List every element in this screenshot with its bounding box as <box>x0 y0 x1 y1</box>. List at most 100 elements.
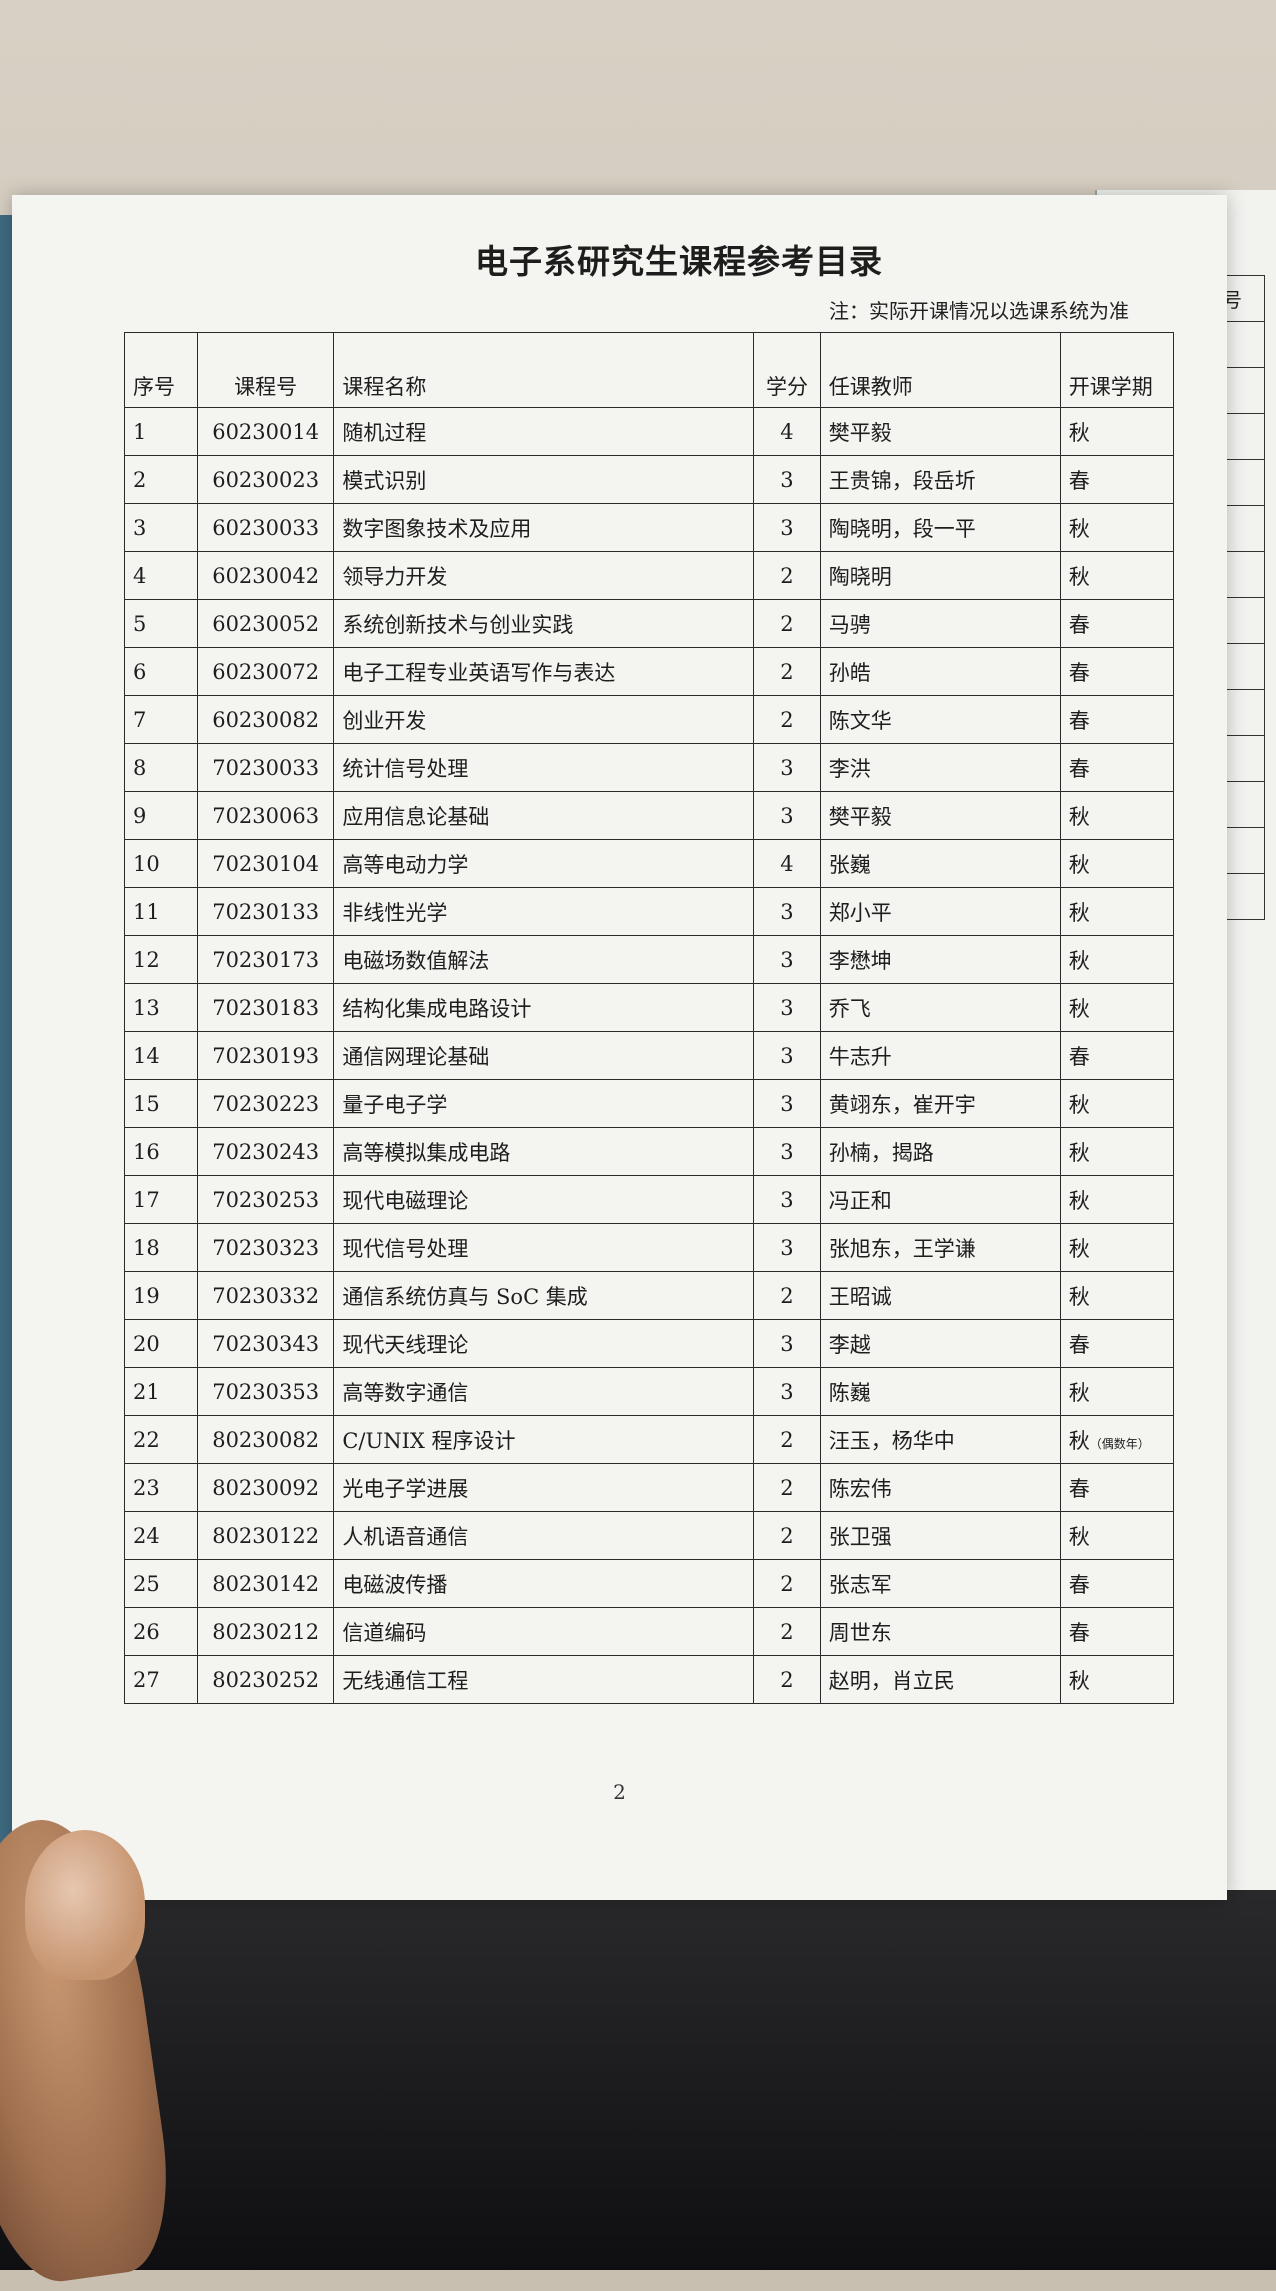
cell-teacher: 樊平毅 <box>819 791 1061 840</box>
cell-teacher-text: 牛志升 <box>828 1044 892 1069</box>
cell-credit-text: 3 <box>780 1331 794 1356</box>
page-number: 2 <box>613 1780 626 1804</box>
cell-name-text: 通信网理论基础 <box>342 1044 490 1069</box>
cell-term-text: 秋 <box>1068 1380 1090 1405</box>
cell-teacher-text: 陈宏伟 <box>828 1476 892 1501</box>
cell-index-text: 3 <box>133 515 147 540</box>
table-row: 23 80230092 光电子学进展 2 陈宏伟 春 <box>124 1463 1175 1512</box>
cell-term: 秋 <box>1059 791 1175 840</box>
table-row: 13 70230183 结构化集成电路设计 3 乔飞 秋 <box>124 983 1175 1032</box>
cell-credit-text: 2 <box>780 659 794 684</box>
cell-code: 70230104 <box>196 839 335 888</box>
header-index: 序号 <box>124 332 198 408</box>
cell-name-text: 电磁场数值解法 <box>342 948 490 973</box>
table-row: 26 80230212 信道编码 2 周世东 春 <box>124 1607 1175 1656</box>
cell-index: 22 <box>124 1415 198 1464</box>
cell-name-text: 结构化集成电路设计 <box>342 996 532 1021</box>
cell-index-text: 20 <box>133 1331 160 1356</box>
cell-index: 2 <box>124 455 198 504</box>
cell-credit-text: 2 <box>780 1571 794 1596</box>
cell-teacher-text: 马骋 <box>828 612 871 637</box>
cell-teacher-text: 乔飞 <box>828 996 871 1021</box>
cell-term: 秋 <box>1059 1655 1175 1704</box>
cell-index-text: 12 <box>133 947 160 972</box>
cell-code: 70230223 <box>196 1079 335 1128</box>
cell-code: 60230023 <box>196 455 335 504</box>
cell-teacher: 李越 <box>819 1319 1061 1368</box>
cell-code-text: 70230343 <box>212 1331 320 1356</box>
cell-name: 模式识别 <box>333 455 755 504</box>
cell-teacher-text: 张卫强 <box>828 1524 892 1549</box>
cell-name: 系统创新技术与创业实践 <box>333 599 755 648</box>
course-table: 序号 课程号 课程名称 学分 任课教师 开课学期 1 60230014 随机过程 4 樊… <box>124 332 1175 1704</box>
cell-index-text: 26 <box>133 1619 160 1644</box>
cell-index-text: 17 <box>133 1187 160 1212</box>
table-row: 10 70230104 高等电动力学 4 张巍 秋 <box>124 839 1175 888</box>
cell-name-text: 统计信号处理 <box>342 756 469 781</box>
cell-credit: 3 <box>753 1079 821 1128</box>
cell-credit: 3 <box>753 1175 821 1224</box>
cell-index: 1 <box>124 407 198 456</box>
cell-term: 秋 <box>1059 503 1175 552</box>
cell-term: 春 <box>1059 599 1175 648</box>
cell-name-text: 现代天线理论 <box>342 1332 469 1357</box>
cell-code: 80230212 <box>196 1607 335 1656</box>
cell-index-text: 6 <box>133 659 147 684</box>
cell-name: 非线性光学 <box>333 887 755 936</box>
cell-index-text: 25 <box>133 1571 160 1596</box>
cell-name-text: 随机过程 <box>342 420 427 445</box>
cell-credit: 2 <box>753 647 821 696</box>
cell-credit: 2 <box>753 1463 821 1512</box>
cell-credit: 2 <box>753 1655 821 1704</box>
cell-credit: 3 <box>753 983 821 1032</box>
header-code: 课程号 <box>196 332 335 408</box>
cell-code-text: 60230052 <box>212 611 320 636</box>
cell-credit: 3 <box>753 743 821 792</box>
cell-teacher-text: 陈巍 <box>828 1380 871 1405</box>
cell-term: 秋（偶数年） <box>1059 1415 1175 1464</box>
table-row: 9 70230063 应用信息论基础 3 樊平毅 秋 <box>124 791 1175 840</box>
cell-credit: 3 <box>753 1031 821 1080</box>
cell-credit-text: 2 <box>780 707 794 732</box>
cell-name: 通信网理论基础 <box>333 1031 755 1080</box>
cell-index-text: 4 <box>133 563 147 588</box>
cell-name: 领导力开发 <box>333 551 755 600</box>
cell-code-text: 80230212 <box>212 1619 320 1644</box>
page-title: 电子系研究生课程参考目录 <box>475 242 883 281</box>
cell-code-text: 80230142 <box>212 1571 320 1596</box>
cell-teacher-text: 孙楠，揭路 <box>828 1140 934 1165</box>
cell-name-text: 高等模拟集成电路 <box>342 1140 511 1165</box>
table-row: 1 60230014 随机过程 4 樊平毅 秋 <box>124 407 1175 456</box>
cell-code-text: 70230033 <box>212 755 320 780</box>
cell-code: 70230193 <box>196 1031 335 1080</box>
cell-code: 60230014 <box>196 407 335 456</box>
cell-credit: 2 <box>753 695 821 744</box>
cell-index: 3 <box>124 503 198 552</box>
cell-index-text: 16 <box>133 1139 160 1164</box>
cell-index: 19 <box>124 1271 198 1320</box>
cell-code: 70230173 <box>196 935 335 984</box>
cell-name: 电磁场数值解法 <box>333 935 755 984</box>
cell-credit: 3 <box>753 1127 821 1176</box>
cell-teacher: 樊平毅 <box>819 407 1061 456</box>
cell-term: 秋 <box>1059 407 1175 456</box>
cell-index: 20 <box>124 1319 198 1368</box>
cell-term-text: 春 <box>1068 708 1090 733</box>
cell-term: 秋 <box>1059 551 1175 600</box>
cell-index: 13 <box>124 983 198 1032</box>
cell-teacher: 牛志升 <box>819 1031 1061 1080</box>
cell-teacher-text: 樊平毅 <box>828 804 892 829</box>
cell-code: 60230052 <box>196 599 335 648</box>
cell-credit: 3 <box>753 887 821 936</box>
cell-name-text: 无线通信工程 <box>342 1668 469 1693</box>
cell-term: 秋 <box>1059 1511 1175 1560</box>
cell-credit-text: 2 <box>780 1427 794 1452</box>
cell-credit: 3 <box>753 503 821 552</box>
cell-teacher: 乔飞 <box>819 983 1061 1032</box>
cell-term: 秋 <box>1059 1367 1175 1416</box>
cell-code-text: 60230033 <box>212 515 320 540</box>
cell-index-text: 18 <box>133 1235 160 1260</box>
cell-code: 70230133 <box>196 887 335 936</box>
cell-code-text: 70230353 <box>212 1379 320 1404</box>
cell-term: 秋 <box>1059 839 1175 888</box>
